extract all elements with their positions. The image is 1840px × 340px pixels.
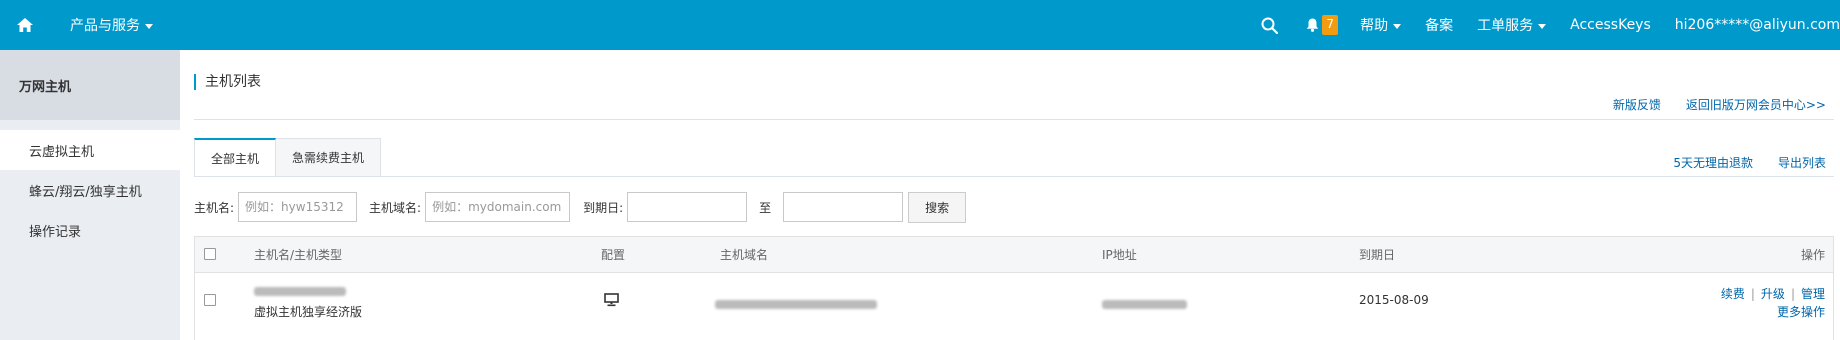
host-domain-label: 主机域名: bbox=[369, 200, 422, 215]
search-icon bbox=[1261, 17, 1279, 34]
col-expire-date: 到期日 bbox=[1359, 248, 1396, 262]
host-type: 虚拟主机独享经济版 bbox=[254, 305, 363, 319]
ip-redacted bbox=[1102, 298, 1187, 312]
config-button[interactable] bbox=[604, 293, 619, 310]
host-table: 主机名/主机类型 配置 主机域名 IP地址 到期日 操作 虚拟主机独享经济版 2… bbox=[194, 236, 1834, 340]
domain-redacted bbox=[715, 298, 877, 312]
tab-actions: 5天无理由退款 导出列表 bbox=[1648, 154, 1826, 171]
sidebar: 万网主机 云虚拟主机 蜂云/翔云/独享主机 操作记录 bbox=[0, 50, 180, 340]
divider bbox=[194, 119, 1834, 120]
monitor-icon bbox=[604, 293, 619, 307]
user-email: hi206*****@aliyun.com bbox=[1674, 17, 1840, 33]
host-domain-input[interactable] bbox=[425, 192, 571, 222]
sidebar-item-dedicated-host[interactable]: 蜂云/翔云/独享主机 bbox=[0, 170, 180, 210]
ticket-service-label: 工单服务 bbox=[1477, 18, 1534, 34]
expire-date-end-input[interactable] bbox=[783, 192, 904, 222]
tab-bar: 全部主机 急需续费主机 bbox=[194, 138, 382, 177]
search-button[interactable] bbox=[1261, 0, 1279, 50]
beian-label: 备案 bbox=[1425, 18, 1454, 34]
beian-link[interactable]: 备案 bbox=[1425, 0, 1453, 50]
host-name-input[interactable] bbox=[238, 192, 358, 222]
table-row: 虚拟主机独享经济版 2015-08-09 续费 | 升级 | 管理 更多操作 bbox=[195, 273, 1833, 331]
top-navbar: 产品与服务 7 帮助 备案 工单服务 AccessKeys hi206*****… bbox=[0, 0, 1840, 50]
accesskeys-link[interactable]: AccessKeys bbox=[1570, 0, 1651, 50]
col-ip: IP地址 bbox=[1102, 248, 1137, 262]
manage-link[interactable]: 管理 bbox=[1801, 287, 1825, 301]
expire-date-start-input[interactable] bbox=[627, 192, 748, 222]
old-version-link[interactable]: 返回旧版万网会员中心>> bbox=[1686, 96, 1826, 113]
user-account-menu[interactable]: hi206*****@aliyun.com bbox=[1675, 0, 1840, 50]
chevron-down-icon bbox=[145, 23, 153, 29]
search-form: 主机名: 主机域名: 到期日: 至 搜索 bbox=[194, 191, 967, 223]
help-menu[interactable]: 帮助 bbox=[1360, 0, 1402, 50]
home-icon bbox=[17, 18, 33, 32]
bell-icon bbox=[1306, 18, 1319, 32]
col-actions: 操作 bbox=[1800, 248, 1825, 262]
products-services-menu[interactable]: 产品与服务 bbox=[70, 0, 153, 50]
select-all-checkbox[interactable] bbox=[204, 248, 216, 260]
header-links: 新版反馈 返回旧版万网会员中心>> bbox=[1588, 96, 1826, 113]
expire-date-label: 到期日: bbox=[583, 200, 624, 215]
chevron-down-icon bbox=[1538, 23, 1547, 29]
ticket-service-menu[interactable]: 工单服务 bbox=[1477, 0, 1547, 50]
tab-renewal-needed[interactable]: 急需续费主机 bbox=[276, 138, 382, 177]
renew-link[interactable]: 续费 bbox=[1721, 287, 1745, 301]
row-checkbox[interactable] bbox=[204, 294, 216, 306]
sidebar-item-cloud-virtual-host[interactable]: 云虚拟主机 bbox=[0, 130, 180, 170]
date-range-to-label: 至 bbox=[759, 200, 772, 215]
page-title: 主机列表 bbox=[194, 74, 261, 90]
notification-button[interactable]: 7 bbox=[1306, 0, 1339, 50]
col-host-name: 主机名/主机类型 bbox=[254, 248, 343, 262]
col-domain: 主机域名 bbox=[720, 248, 769, 262]
accesskeys-label: AccessKeys bbox=[1570, 17, 1651, 33]
row-actions: 续费 | 升级 | 管理 bbox=[1720, 287, 1825, 301]
export-list-link[interactable]: 导出列表 bbox=[1778, 154, 1826, 171]
upgrade-link[interactable]: 升级 bbox=[1761, 287, 1785, 301]
tab-all-hosts[interactable]: 全部主机 bbox=[194, 138, 277, 177]
refund-link[interactable]: 5天无理由退款 bbox=[1673, 154, 1753, 171]
host-name-label: 主机名: bbox=[194, 200, 235, 215]
host-name-redacted bbox=[254, 285, 346, 299]
notification-count-badge: 7 bbox=[1322, 15, 1339, 35]
help-label: 帮助 bbox=[1360, 18, 1389, 34]
expire-date: 2015-08-09 bbox=[1359, 293, 1429, 307]
sidebar-item-operation-log[interactable]: 操作记录 bbox=[0, 210, 180, 250]
table-header: 主机名/主机类型 配置 主机域名 IP地址 到期日 操作 bbox=[195, 237, 1833, 273]
chevron-down-icon bbox=[1393, 23, 1402, 29]
more-actions: 更多操作 bbox=[1777, 303, 1825, 320]
divider bbox=[194, 176, 1834, 177]
more-actions-link[interactable]: 更多操作 bbox=[1777, 305, 1825, 319]
search-button[interactable]: 搜索 bbox=[908, 191, 967, 223]
sidebar-title: 万网主机 bbox=[0, 50, 180, 120]
feedback-link[interactable]: 新版反馈 bbox=[1613, 96, 1661, 113]
products-services-label: 产品与服务 bbox=[70, 18, 140, 34]
main-content: 主机列表 新版反馈 返回旧版万网会员中心>> 全部主机 急需续费主机 5天无理由… bbox=[194, 50, 1840, 340]
col-config: 配置 bbox=[601, 248, 626, 262]
home-button[interactable] bbox=[0, 0, 50, 50]
